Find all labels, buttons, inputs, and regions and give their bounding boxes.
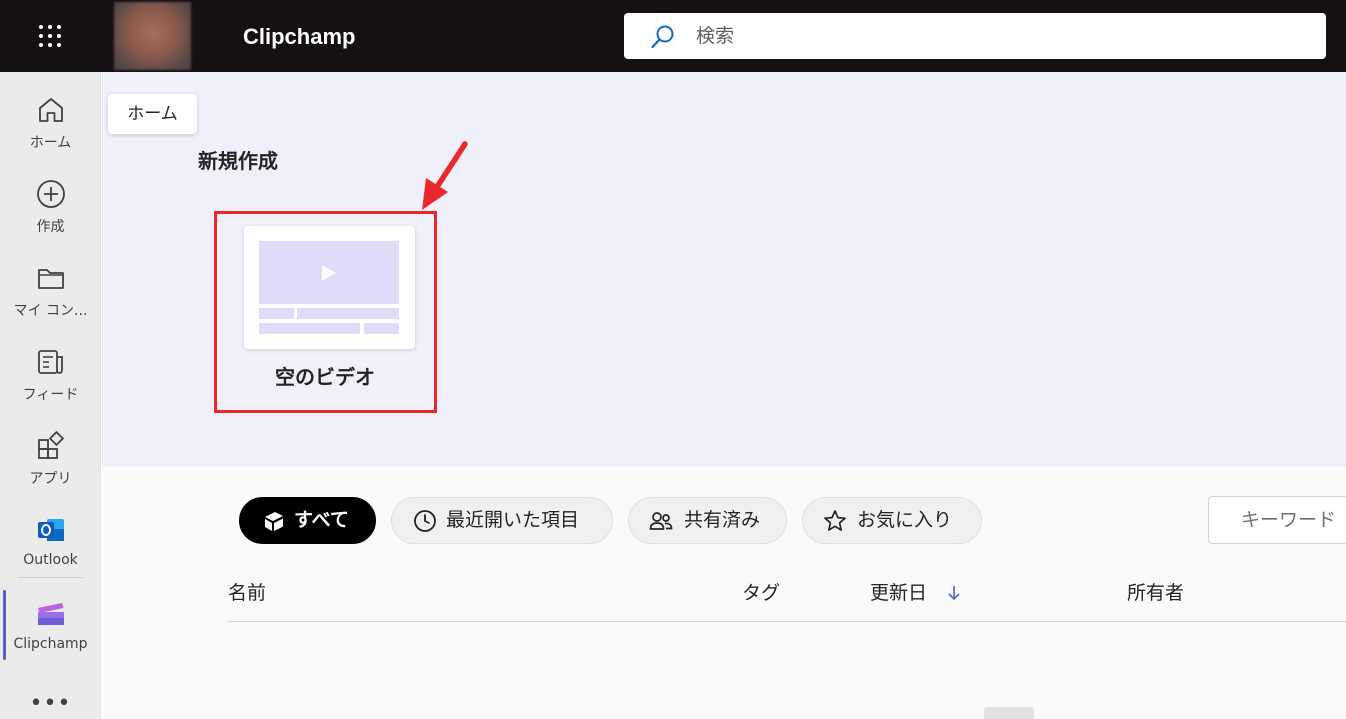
placeholder-shape xyxy=(984,707,1034,719)
add-circle-icon xyxy=(37,180,65,208)
rail-item-label: Outlook xyxy=(23,552,78,568)
more-apps-button[interactable]: ••• xyxy=(0,693,101,715)
red-arrow-annotation xyxy=(422,141,468,210)
video-thumbnail xyxy=(259,241,399,304)
rail-item-feed[interactable]: フィード xyxy=(0,334,101,412)
play-icon xyxy=(322,265,336,281)
waffle-icon[interactable] xyxy=(36,22,64,50)
header-divider xyxy=(228,621,1346,622)
app-title: Clipchamp xyxy=(243,24,356,49)
timeline-bar xyxy=(259,323,360,334)
rail-item-label: ホーム xyxy=(29,135,72,151)
rail-divider xyxy=(18,577,84,578)
rail-item-clipchamp[interactable]: Clipchamp xyxy=(0,586,101,664)
outlook-icon xyxy=(38,519,64,541)
arrow-down-icon[interactable] xyxy=(946,584,962,602)
search-icon xyxy=(651,25,674,49)
rail-item-create[interactable]: 作成 xyxy=(0,166,101,244)
filter-label: すべて xyxy=(294,509,349,531)
star-icon xyxy=(824,510,846,531)
filter-label: 共有済み xyxy=(684,509,761,531)
app-rail: ホーム 作成 マイ コン... フィード アプリ Outlook Clipcha… xyxy=(0,72,101,719)
rail-item-my-content[interactable]: マイ コン... xyxy=(0,250,101,328)
rail-item-label: マイ コン... xyxy=(13,303,88,319)
filter-label: 最近開いた項目 xyxy=(446,509,580,531)
rail-item-home[interactable]: ホーム xyxy=(0,82,101,160)
stack-icon xyxy=(265,512,283,531)
timeline-bar xyxy=(364,323,399,334)
search-box[interactable] xyxy=(624,13,1326,59)
rail-item-label: Clipchamp xyxy=(13,636,88,652)
keyword-filter-box[interactable] xyxy=(1208,496,1346,544)
search-input[interactable] xyxy=(694,13,1294,59)
filter-shared[interactable]: 共有済み xyxy=(628,497,787,544)
blank-video-label[interactable]: 空のビデオ xyxy=(214,363,436,391)
clock-icon xyxy=(414,510,436,532)
column-header-tags[interactable]: タグ xyxy=(742,580,780,606)
blank-video-card[interactable] xyxy=(244,226,415,349)
home-tooltip: ホーム xyxy=(108,94,197,134)
clipchamp-icon xyxy=(38,603,64,625)
keyword-filter-input[interactable] xyxy=(1239,497,1346,543)
filter-recent[interactable]: 最近開いた項目 xyxy=(391,497,613,544)
rail-item-label: 作成 xyxy=(36,219,65,235)
filter-label: お気に入り xyxy=(857,509,953,531)
column-header-name[interactable]: 名前 xyxy=(228,580,266,606)
timeline-bar xyxy=(297,308,399,319)
rail-item-apps[interactable]: アプリ xyxy=(0,418,101,496)
folder-icon xyxy=(38,269,64,289)
home-icon xyxy=(39,98,63,122)
filter-favorites[interactable]: お気に入り xyxy=(802,497,982,544)
people-icon xyxy=(649,512,673,530)
rail-item-label: フィード xyxy=(22,387,79,403)
top-bar: Clipchamp xyxy=(0,0,1346,72)
column-header-owner[interactable]: 所有者 xyxy=(1127,580,1184,606)
filter-all[interactable]: すべて xyxy=(239,497,376,544)
apps-icon xyxy=(38,430,65,459)
avatar[interactable] xyxy=(114,2,191,70)
column-header-modified[interactable]: 更新日 xyxy=(870,580,927,606)
section-title: 新規作成 xyxy=(198,149,278,173)
rail-item-label: アプリ xyxy=(29,471,72,487)
timeline-bar xyxy=(259,308,294,319)
feed-icon xyxy=(38,350,63,374)
rail-item-outlook[interactable]: Outlook xyxy=(0,502,101,580)
